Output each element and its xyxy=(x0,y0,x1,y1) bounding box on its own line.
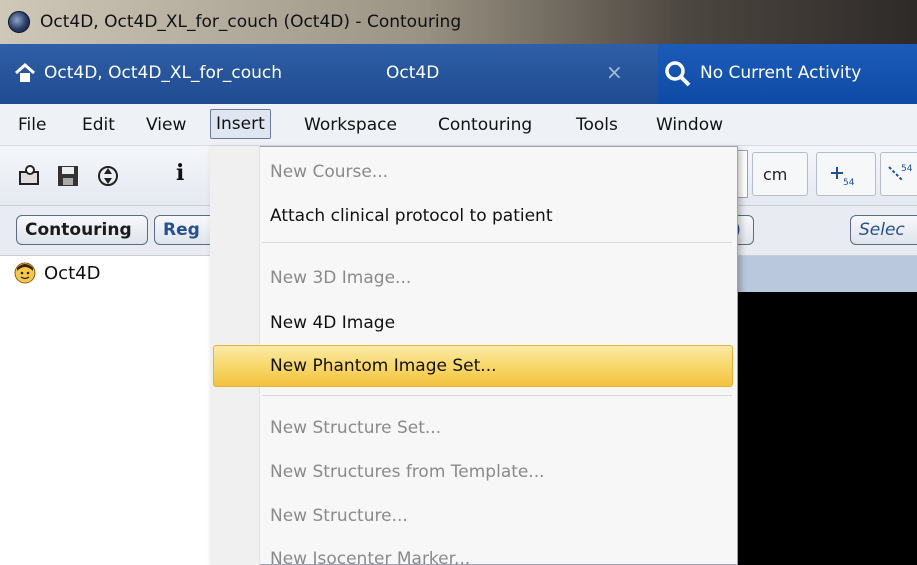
menu-window[interactable]: Window xyxy=(656,115,723,135)
menu-item-new-4d-image[interactable]: New 4D Image xyxy=(270,313,395,333)
patient-icon xyxy=(14,262,36,284)
tab-contouring[interactable]: Contouring xyxy=(16,215,148,245)
measure-icon: 54 xyxy=(888,164,913,182)
open-patient-icon[interactable] xyxy=(18,164,42,188)
menu-separator xyxy=(262,242,732,243)
home-icon[interactable] xyxy=(14,62,36,84)
patient-id[interactable]: Oct4D xyxy=(386,63,439,83)
menu-item-new-structure[interactable]: New Structure... xyxy=(270,506,408,526)
add-marker-button[interactable]: 54 xyxy=(816,152,876,196)
tree-patient[interactable]: Oct4D xyxy=(14,262,100,284)
menu-file[interactable]: File xyxy=(18,115,46,135)
unit-button[interactable]: cm xyxy=(752,152,808,196)
menu-item-new-structures-from-template[interactable]: New Structures from Template... xyxy=(270,462,545,482)
menu-tools[interactable]: Tools xyxy=(576,115,618,135)
patient-tree xyxy=(0,256,212,565)
menu-item-new-structure-set[interactable]: New Structure Set... xyxy=(270,418,441,438)
menu-item-new-isocenter-marker[interactable]: New Isocenter Marker... xyxy=(270,549,470,565)
add-marker-icon: 54 xyxy=(831,167,855,187)
tree-patient-label: Oct4D xyxy=(44,262,101,284)
menu-separator xyxy=(262,395,732,396)
menu-edit[interactable]: Edit xyxy=(82,115,115,135)
menu-item-new-3d-image[interactable]: New 3D Image... xyxy=(270,268,411,288)
image-viewer[interactable] xyxy=(736,292,917,565)
svg-text:54: 54 xyxy=(843,178,855,187)
info-icon[interactable]: i xyxy=(176,160,184,186)
viewer-header xyxy=(736,256,917,292)
menu-workspace[interactable]: Workspace xyxy=(304,115,397,135)
patient-bar: Oct4D, Oct4D_XL_for_couch Oct4D × No Cur… xyxy=(0,44,917,104)
app-icon xyxy=(8,11,30,33)
patient-name[interactable]: Oct4D, Oct4D_XL_for_couch xyxy=(44,63,282,83)
menu-view[interactable]: View xyxy=(146,115,186,135)
select-dropdown[interactable]: Selec xyxy=(850,215,917,245)
measure-button[interactable]: 54 xyxy=(880,152,917,196)
search-icon[interactable] xyxy=(664,60,692,88)
menubar: File Edit View Insert Workspace Contouri… xyxy=(0,104,917,146)
close-patient-icon[interactable]: × xyxy=(606,60,623,84)
menu-contouring[interactable]: Contouring xyxy=(438,115,532,135)
tab-registration[interactable]: Reg xyxy=(154,215,216,245)
navigate-icon[interactable] xyxy=(96,164,120,188)
menu-item-new-phantom-image-set[interactable]: New Phantom Image Set... xyxy=(270,356,497,376)
menu-item-new-course[interactable]: New Course... xyxy=(270,162,388,182)
menu-insert[interactable]: Insert xyxy=(210,109,271,139)
save-icon[interactable] xyxy=(56,164,80,188)
svg-text:54: 54 xyxy=(901,164,913,174)
activity-label: No Current Activity xyxy=(700,63,862,83)
window-titlebar: Oct4D, Oct4D_XL_for_couch (Oct4D) - Cont… xyxy=(0,0,917,44)
menu-item-attach-protocol[interactable]: Attach clinical protocol to patient xyxy=(270,206,553,226)
window-title: Oct4D, Oct4D_XL_for_couch (Oct4D) - Cont… xyxy=(40,12,462,32)
